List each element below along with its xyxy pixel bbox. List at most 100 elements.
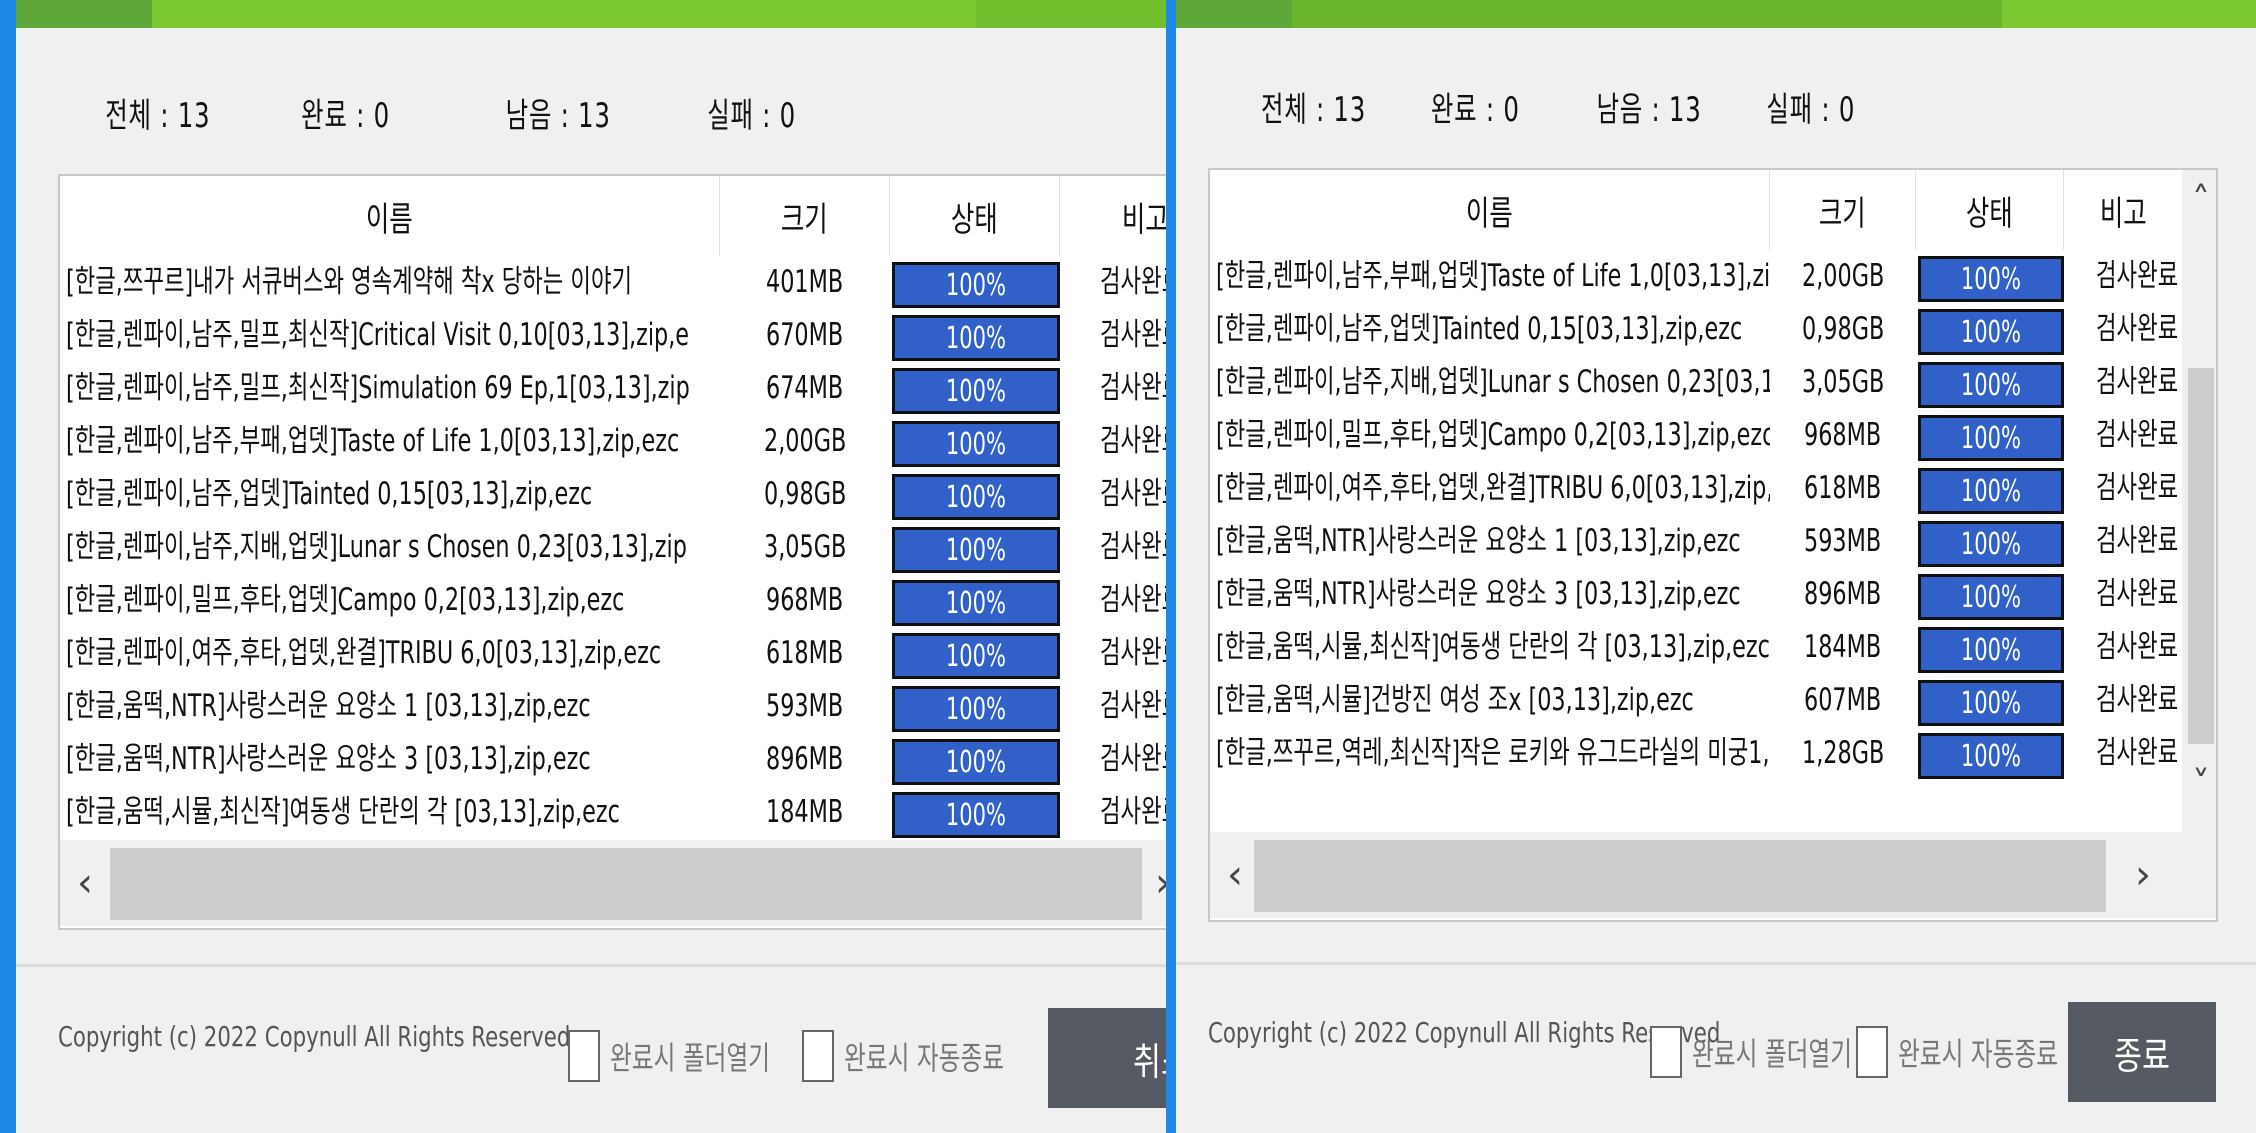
scroll-right-icon[interactable]: › (1138, 840, 1166, 926)
table-row[interactable]: [한글,움떡,NTR]사랑스러운 요양소 1 [03,13],zip,ezc 5… (60, 680, 1166, 733)
table-row[interactable]: [한글,움떡,NTR]사랑스러운 요양소 1 [03,13],zip,ezc 5… (1210, 515, 2216, 568)
file-name: [한글,움떡,NTR]사랑스러운 요양소 3 [03,13],zip,ezc (66, 741, 591, 777)
cancel-button[interactable]: 취소 (1048, 1008, 1166, 1108)
status-progress-bar: 100% (892, 633, 1060, 679)
table-row[interactable]: [한글,렌파이,남주,업뎃]Tainted 0,15[03,13],zip,ez… (60, 468, 1166, 521)
table-row[interactable]: [한글,렌파이,남주,지배,업뎃]Lunar s Chosen 0,23[03,… (1210, 356, 2216, 409)
table-row[interactable]: [한글,렌파이,밀프,후타,업뎃]Campo 0,2[03,13],zip,ez… (60, 574, 1166, 627)
table-row[interactable]: [한글,렌파이,밀프,후타,업뎃]Campo 0,2[03,13],zip,ez… (1210, 409, 2216, 462)
file-note: 검사완료 (2096, 417, 2179, 453)
open-folder-checkbox[interactable]: 완료시 폴더열기 (568, 1030, 826, 1082)
progress-strip-segment (1292, 0, 2002, 28)
column-header-name[interactable]: 이름 (1210, 170, 1770, 250)
column-header-status[interactable]: 상태 (1916, 170, 2064, 250)
file-size: 674MB (766, 370, 844, 406)
stat-fail: 실패 : 0 (1766, 90, 1856, 130)
table-row[interactable]: [한글,렌파이,여주,후타,업뎃,완결]TRIBU 6,0[03,13],zip… (1210, 462, 2216, 515)
scroll-right-icon[interactable]: › (2118, 832, 2168, 918)
file-note: 검사완료 (1100, 582, 1166, 618)
file-size: 670MB (766, 317, 844, 353)
status-progress-bar: 100% (892, 474, 1060, 520)
status-progress-bar: 100% (892, 739, 1060, 785)
scroll-left-icon[interactable]: ‹ (1210, 832, 1260, 918)
status-progress-bar: 100% (892, 527, 1060, 573)
file-name: [한글,렌파이,남주,밀프,최신작]Critical Visit 0,10[03… (66, 317, 690, 353)
status-progress-bar: 100% (1918, 680, 2064, 726)
table-row[interactable]: [한글,움떡,시뮬,최신작]여동생 단란의 각 [03,13],zip,ezc … (1210, 621, 2216, 674)
column-header-note[interactable]: 비고 (2064, 170, 2182, 250)
file-note: 검사완료 (1100, 317, 1166, 353)
file-list-header: 이름 크기 상태 비고 (1210, 170, 2216, 250)
file-note: 검사완료 (2096, 258, 2179, 294)
file-size: 0,98GB (1801, 311, 1885, 347)
file-size: 896MB (1804, 576, 1882, 612)
file-name: [한글,렌파이,남주,업뎃]Tainted 0,15[03,13],zip,ez… (1216, 311, 1743, 347)
file-list[interactable]: 이름 크기 상태 비고 [한글,렌파이,남주,부패,업뎃]Taste of Li… (1208, 168, 2218, 922)
file-note: 검사완료 (1100, 741, 1166, 777)
table-row[interactable]: [한글,렌파이,남주,지배,업뎃]Lunar s Chosen 0,23[03,… (60, 521, 1166, 574)
file-note: 검사완료 (2096, 629, 2179, 665)
file-note: 검사완료 (1100, 794, 1166, 830)
scrollbar-thumb[interactable] (1254, 840, 2106, 912)
checkbox-box[interactable] (1650, 1026, 1682, 1078)
file-size: 968MB (766, 582, 844, 618)
file-name: [한글,움떡,NTR]사랑스러운 요양소 3 [03,13],zip,ezc (1216, 576, 1741, 612)
table-row[interactable]: [한글,렌파이,남주,밀프,최신작]Simulation 69 Ep,1[03,… (60, 362, 1166, 415)
checkbox-box[interactable] (568, 1030, 600, 1082)
file-name: [한글,움떡,시뮬,최신작]여동생 단란의 각 [03,13],zip,ezc (1216, 629, 1770, 665)
table-row[interactable]: [한글,움떡,시뮬]건방진 여성 조x [03,13],zip,ezc 607M… (1210, 674, 2216, 727)
scrollbar-thumb[interactable] (2188, 368, 2214, 744)
horizontal-scrollbar[interactable]: ‹ › (1210, 832, 2216, 918)
file-note: 검사완료 (1100, 635, 1166, 671)
close-button[interactable]: 종료 (2068, 1002, 2216, 1102)
table-row[interactable]: [한글,렌파이,남주,밀프,최신작]Critical Visit 0,10[03… (60, 309, 1166, 362)
status-progress-bar: 100% (1918, 415, 2064, 461)
file-size: 593MB (766, 688, 844, 724)
left-checker-window: 전체 : 13 완료 : 0 남음 : 13 실패 : 0 이름 크기 상태 비… (16, 0, 1166, 1133)
file-name: [한글,렌파이,남주,부패,업뎃]Taste of Life 1,0[03,13… (66, 423, 680, 459)
file-size: 618MB (1804, 470, 1882, 506)
column-header-status[interactable]: 상태 (890, 176, 1060, 256)
scroll-up-icon[interactable]: ˄ (2182, 170, 2216, 230)
scrollbar-thumb[interactable] (110, 848, 1142, 920)
column-header-note[interactable]: 비고 (1060, 176, 1166, 256)
column-header-name[interactable]: 이름 (60, 176, 720, 256)
status-progress-bar: 100% (1918, 627, 2064, 673)
file-list[interactable]: 이름 크기 상태 비고 [한글,쯔꾸르]내가 서큐버스와 영속계약해 착x 당하… (58, 174, 1166, 930)
table-row[interactable]: [한글,쯔꾸르,역레,최신작]작은 로키와 유그드라실의 미궁1,0[( 1,2… (1210, 727, 2216, 780)
vertical-scrollbar[interactable]: ˄ ˅ (2182, 170, 2216, 832)
file-size: 896MB (766, 741, 844, 777)
file-note: 검사완료 (2096, 682, 2179, 718)
scroll-left-icon[interactable]: ‹ (60, 840, 110, 926)
table-row[interactable]: [한글,렌파이,남주,부패,업뎃]Taste of Life 1,0[03,13… (1210, 250, 2216, 303)
status-progress-bar: 100% (1918, 362, 2064, 408)
scroll-down-icon[interactable]: ˅ (2182, 754, 2216, 814)
checkbox-box[interactable] (802, 1030, 834, 1082)
table-row[interactable]: [한글,렌파이,남주,부패,업뎃]Taste of Life 1,0[03,13… (60, 415, 1166, 468)
status-progress-bar: 100% (1918, 468, 2064, 514)
file-name: [한글,렌파이,남주,지배,업뎃]Lunar s Chosen 0,23[03,… (66, 529, 687, 565)
file-name: [한글,움떡,NTR]사랑스러운 요양소 1 [03,13],zip,ezc (1216, 523, 1741, 559)
table-row[interactable]: [한글,움떡,NTR]사랑스러운 요양소 3 [03,13],zip,ezc 8… (1210, 568, 2216, 621)
overall-progress-strip (1176, 0, 2256, 28)
overall-progress-strip (16, 0, 1166, 28)
table-row[interactable]: [한글,렌파이,여주,후타,업뎃,완결]TRIBU 6,0[03,13],zip… (60, 627, 1166, 680)
file-name: [한글,렌파이,여주,후타,업뎃,완결]TRIBU 6,0[03,13],zip… (66, 635, 662, 671)
table-row[interactable]: [한글,움떡,NTR]사랑스러운 요양소 3 [03,13],zip,ezc 8… (60, 733, 1166, 786)
file-size: 593MB (1804, 523, 1882, 559)
horizontal-scrollbar[interactable]: ‹ › (60, 840, 1166, 926)
status-progress-bar: 100% (892, 686, 1060, 732)
checkbox-box[interactable] (1856, 1026, 1888, 1078)
column-header-size[interactable]: 크기 (1770, 170, 1916, 250)
file-size: 618MB (766, 635, 844, 671)
auto-close-checkbox[interactable]: 완료시 자동종료 (802, 1030, 1060, 1082)
file-note: 검사완료 (1100, 476, 1166, 512)
table-row[interactable]: [한글,쯔꾸르]내가 서큐버스와 영속계약해 착x 당하는 이야기 401MB … (60, 256, 1166, 309)
column-header-size[interactable]: 크기 (720, 176, 890, 256)
file-note: 검사완료 (2096, 470, 2179, 506)
file-name: [한글,렌파이,남주,지배,업뎃]Lunar s Chosen 0,23[03,… (1216, 364, 1770, 400)
stats-bar: 전체 : 13 완료 : 0 남음 : 13 실패 : 0 (1176, 82, 2256, 142)
table-row[interactable]: [한글,렌파이,남주,업뎃]Tainted 0,15[03,13],zip,ez… (1210, 303, 2216, 356)
copyright-text: Copyright (c) 2022 Copynull All Rights R… (58, 1020, 571, 1053)
table-row[interactable]: [한글,움떡,시뮬,최신작]여동생 단란의 각 [03,13],zip,ezc … (60, 786, 1166, 839)
